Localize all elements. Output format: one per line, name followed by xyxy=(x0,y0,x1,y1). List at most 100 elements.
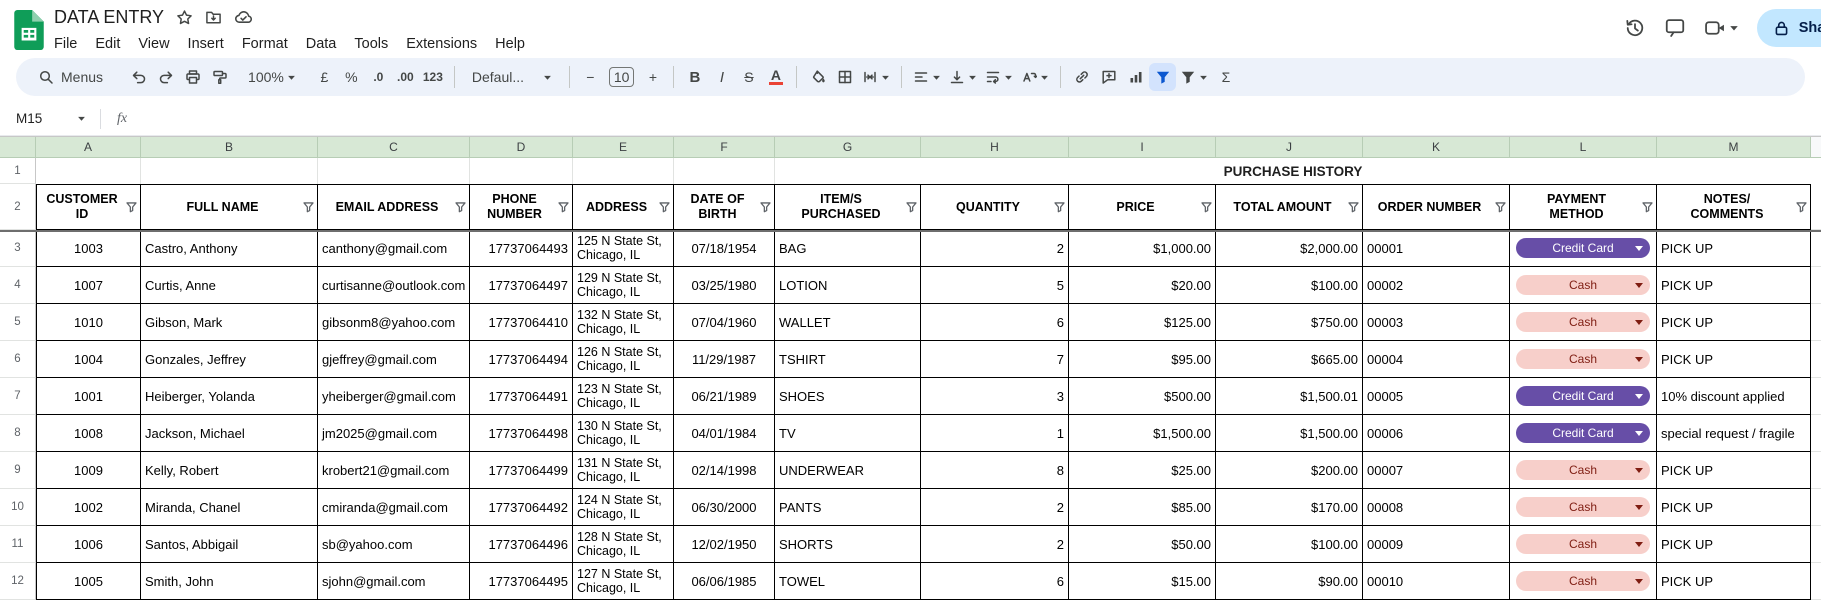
cell-A8[interactable]: 1008 xyxy=(36,415,141,452)
menu-file[interactable]: File xyxy=(45,32,86,56)
header-price[interactable]: PRICE xyxy=(1069,184,1216,230)
row-header-1[interactable]: 1 xyxy=(0,158,36,184)
cell-I5[interactable]: $125.00 xyxy=(1069,304,1216,341)
cell-A7[interactable]: 1001 xyxy=(36,378,141,415)
comment-history-icon[interactable] xyxy=(1664,17,1686,39)
cell-B3[interactable]: Castro, Anthony xyxy=(141,230,318,267)
text-rotation-button[interactable] xyxy=(1017,63,1053,91)
column-header-C[interactable]: C xyxy=(318,137,470,158)
cell-L9[interactable]: Cash xyxy=(1510,452,1657,489)
cell-L4[interactable]: Cash xyxy=(1510,267,1657,304)
filter-funnel-icon[interactable] xyxy=(1200,201,1213,214)
column-header-E[interactable]: E xyxy=(573,137,674,158)
payment-method-dropdown[interactable]: Cash xyxy=(1516,534,1650,554)
cell-L5[interactable]: Cash xyxy=(1510,304,1657,341)
cell-A5[interactable]: 1010 xyxy=(36,304,141,341)
cell-G11[interactable]: SHORTS xyxy=(775,526,921,563)
cell-L8[interactable]: Credit Card xyxy=(1510,415,1657,452)
bold-button[interactable]: B xyxy=(681,63,708,91)
column-header-J[interactable]: J xyxy=(1216,137,1363,158)
cell-B7[interactable]: Heiberger, Yolanda xyxy=(141,378,318,415)
menu-format[interactable]: Format xyxy=(233,32,297,56)
strikethrough-button[interactable]: S xyxy=(735,63,762,91)
cell-L7[interactable]: Credit Card xyxy=(1510,378,1657,415)
header-items-purchased[interactable]: ITEM/S PURCHASED xyxy=(775,184,921,230)
cell-J10[interactable]: $170.00 xyxy=(1216,489,1363,526)
cell-L11[interactable]: Cash xyxy=(1510,526,1657,563)
cell-B9[interactable]: Kelly, Robert xyxy=(141,452,318,489)
filter-funnel-icon[interactable] xyxy=(658,201,671,214)
filter-funnel-icon[interactable] xyxy=(1795,201,1808,214)
header-quantity[interactable]: QUANTITY xyxy=(921,184,1069,230)
row-header-6[interactable]: 6 xyxy=(0,341,36,378)
cell-F8[interactable]: 04/01/1984 xyxy=(674,415,775,452)
menu-tools[interactable]: Tools xyxy=(345,32,397,56)
menu-data[interactable]: Data xyxy=(297,32,346,56)
payment-method-dropdown[interactable]: Cash xyxy=(1516,349,1650,369)
column-header-L[interactable]: L xyxy=(1510,137,1657,158)
cell-J11[interactable]: $100.00 xyxy=(1216,526,1363,563)
row-header-8[interactable]: 8 xyxy=(0,415,36,452)
cell-K6[interactable]: 00004 xyxy=(1363,341,1510,378)
cell-I6[interactable]: $95.00 xyxy=(1069,341,1216,378)
cell-F4[interactable]: 03/25/1980 xyxy=(674,267,775,304)
cell-J4[interactable]: $100.00 xyxy=(1216,267,1363,304)
cell-I3[interactable]: $1,000.00 xyxy=(1069,230,1216,267)
cell-M5[interactable]: PICK UP xyxy=(1657,304,1811,341)
cell-F5[interactable]: 07/04/1960 xyxy=(674,304,775,341)
header-order-number[interactable]: ORDER NUMBER xyxy=(1363,184,1510,230)
text-wrap-button[interactable] xyxy=(981,63,1017,91)
cell-C12[interactable]: sjohn@gmail.com xyxy=(318,563,470,600)
font-size-increase-button[interactable]: + xyxy=(639,63,666,91)
cell-G9[interactable]: UNDERWEAR xyxy=(775,452,921,489)
cell-E7[interactable]: 123 N State St, Chicago, IL xyxy=(573,378,674,415)
cell-G8[interactable]: TV xyxy=(775,415,921,452)
cell-E9[interactable]: 131 N State St, Chicago, IL xyxy=(573,452,674,489)
print-button[interactable] xyxy=(179,63,206,91)
cell-M10[interactable]: PICK UP xyxy=(1657,489,1811,526)
payment-method-dropdown[interactable]: Credit Card xyxy=(1516,238,1650,258)
document-title[interactable]: DATA ENTRY xyxy=(54,7,164,28)
cell-I4[interactable]: $20.00 xyxy=(1069,267,1216,304)
cell-I11[interactable]: $50.00 xyxy=(1069,526,1216,563)
sheets-logo-icon[interactable] xyxy=(14,10,44,50)
payment-method-dropdown[interactable]: Cash xyxy=(1516,571,1650,591)
zoom-button[interactable]: 100% xyxy=(241,63,303,91)
cell-E8[interactable]: 130 N State St, Chicago, IL xyxy=(573,415,674,452)
name-box[interactable]: M15 xyxy=(2,111,94,126)
filter-funnel-icon[interactable] xyxy=(1494,201,1507,214)
menu-extensions[interactable]: Extensions xyxy=(397,32,486,56)
cell-K3[interactable]: 00001 xyxy=(1363,230,1510,267)
cell-G12[interactable]: TOWEL xyxy=(775,563,921,600)
cell-J8[interactable]: $1,500.00 xyxy=(1216,415,1363,452)
cell-D4[interactable]: 17737064497 xyxy=(470,267,573,304)
menu-view[interactable]: View xyxy=(129,32,178,56)
paint-format-button[interactable] xyxy=(206,63,233,91)
horizontal-align-button[interactable] xyxy=(909,63,945,91)
cell-A3[interactable]: 1003 xyxy=(36,230,141,267)
format-currency-button[interactable]: £ xyxy=(311,63,338,91)
header-total-amount[interactable]: TOTAL AMOUNT xyxy=(1216,184,1363,230)
cell-M6[interactable]: PICK UP xyxy=(1657,341,1811,378)
cell-F12[interactable]: 06/06/1985 xyxy=(674,563,775,600)
decrease-decimal-button[interactable]: .0 xyxy=(365,63,392,91)
cell-J7[interactable]: $1,500.01 xyxy=(1216,378,1363,415)
cell-B12[interactable]: Smith, John xyxy=(141,563,318,600)
cell-L10[interactable]: Cash xyxy=(1510,489,1657,526)
column-header-F[interactable]: F xyxy=(674,137,775,158)
column-header-I[interactable]: I xyxy=(1069,137,1216,158)
more-formats-button[interactable]: 123 xyxy=(419,63,447,91)
cell-I7[interactable]: $500.00 xyxy=(1069,378,1216,415)
row-header-7[interactable]: 7 xyxy=(0,378,36,415)
cell-E3[interactable]: 125 N State St, Chicago, IL xyxy=(573,230,674,267)
filter-funnel-icon[interactable] xyxy=(454,201,467,214)
menus-button[interactable]: Menus xyxy=(26,63,115,91)
payment-method-dropdown[interactable]: Cash xyxy=(1516,497,1650,517)
borders-button[interactable] xyxy=(831,63,858,91)
column-header-B[interactable]: B xyxy=(141,137,318,158)
font-size-decrease-button[interactable]: − xyxy=(577,63,604,91)
header-email-address[interactable]: EMAIL ADDRESS xyxy=(318,184,470,230)
cell-B4[interactable]: Curtis, Anne xyxy=(141,267,318,304)
cell-C11[interactable]: sb@yahoo.com xyxy=(318,526,470,563)
column-header-D[interactable]: D xyxy=(470,137,573,158)
